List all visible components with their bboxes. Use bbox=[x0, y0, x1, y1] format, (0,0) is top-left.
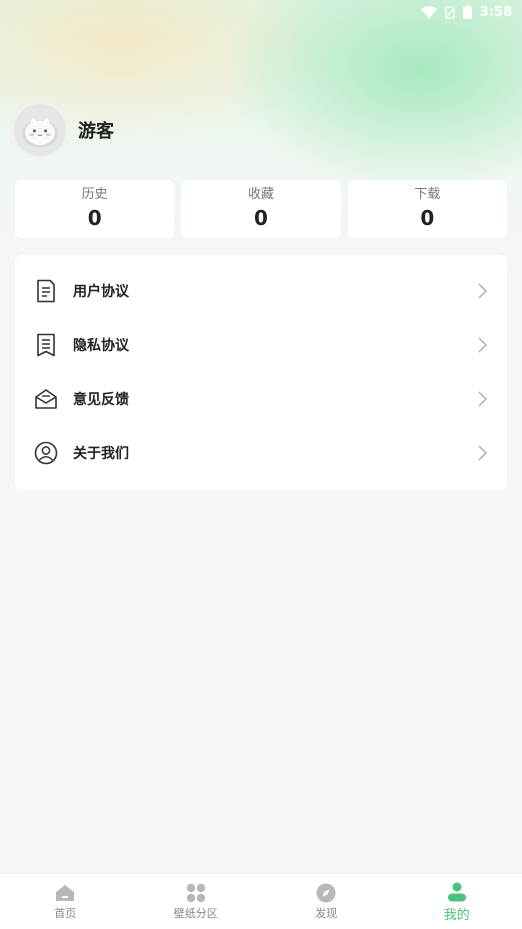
menu-item-feedback[interactable]: 意见反馈 bbox=[15, 372, 507, 426]
menu-label: 关于我们 bbox=[73, 446, 129, 462]
bottom-tab-bar: 首页 壁纸分区 发现 我的 bbox=[0, 873, 522, 929]
status-time: 3:58 bbox=[479, 4, 512, 20]
settings-menu: 用户协议 隐私协议 意见反馈 关于我们 bbox=[15, 255, 507, 490]
menu-item-user-agreement[interactable]: 用户协议 bbox=[15, 264, 507, 318]
stat-favorites[interactable]: 收藏 0 bbox=[181, 180, 341, 238]
wifi-icon bbox=[420, 5, 437, 19]
tab-label: 壁纸分区 bbox=[173, 907, 218, 920]
compass-icon bbox=[315, 882, 337, 904]
tab-label: 发现 bbox=[315, 907, 338, 920]
tab-wallpaper-categories[interactable]: 壁纸分区 bbox=[131, 874, 262, 929]
tab-discover[interactable]: 发现 bbox=[261, 874, 392, 929]
grid-icon bbox=[185, 882, 207, 904]
chevron-right-icon bbox=[478, 445, 487, 461]
status-bar: 3:58 bbox=[420, 0, 512, 24]
menu-label: 隐私协议 bbox=[73, 338, 129, 354]
avatar[interactable] bbox=[12, 102, 68, 158]
stat-label: 收藏 bbox=[247, 187, 274, 202]
bookmark-list-icon bbox=[33, 332, 59, 358]
stat-label: 下载 bbox=[414, 187, 441, 202]
user-circle-icon bbox=[33, 440, 59, 466]
profile-section[interactable]: 游客 bbox=[12, 102, 114, 158]
person-icon bbox=[446, 881, 468, 903]
tab-mine[interactable]: 我的 bbox=[392, 874, 522, 929]
avatar-face-icon bbox=[14, 104, 66, 156]
document-icon bbox=[33, 278, 59, 304]
home-icon bbox=[54, 882, 76, 904]
battery-icon bbox=[462, 5, 472, 19]
menu-label: 意见反馈 bbox=[73, 392, 129, 408]
stat-history[interactable]: 历史 0 bbox=[15, 180, 175, 238]
chevron-right-icon bbox=[478, 391, 487, 407]
username: 游客 bbox=[78, 121, 114, 142]
tab-home[interactable]: 首页 bbox=[0, 874, 131, 929]
menu-item-about-us[interactable]: 关于我们 bbox=[15, 426, 507, 480]
stat-label: 历史 bbox=[81, 187, 108, 202]
tab-label: 首页 bbox=[54, 907, 77, 920]
stat-value: 0 bbox=[87, 206, 102, 230]
stat-value: 0 bbox=[254, 206, 268, 230]
chevron-right-icon bbox=[478, 337, 487, 353]
menu-item-privacy-policy[interactable]: 隐私协议 bbox=[15, 318, 507, 372]
stat-value: 0 bbox=[420, 206, 435, 230]
envelope-icon bbox=[33, 386, 59, 412]
chevron-right-icon bbox=[478, 283, 487, 299]
menu-label: 用户协议 bbox=[73, 284, 129, 300]
stats-row: 历史 0 收藏 0 下载 0 bbox=[15, 180, 507, 238]
no-sim-icon bbox=[445, 5, 455, 19]
stat-downloads[interactable]: 下载 0 bbox=[347, 180, 507, 238]
tab-label: 我的 bbox=[443, 907, 470, 923]
